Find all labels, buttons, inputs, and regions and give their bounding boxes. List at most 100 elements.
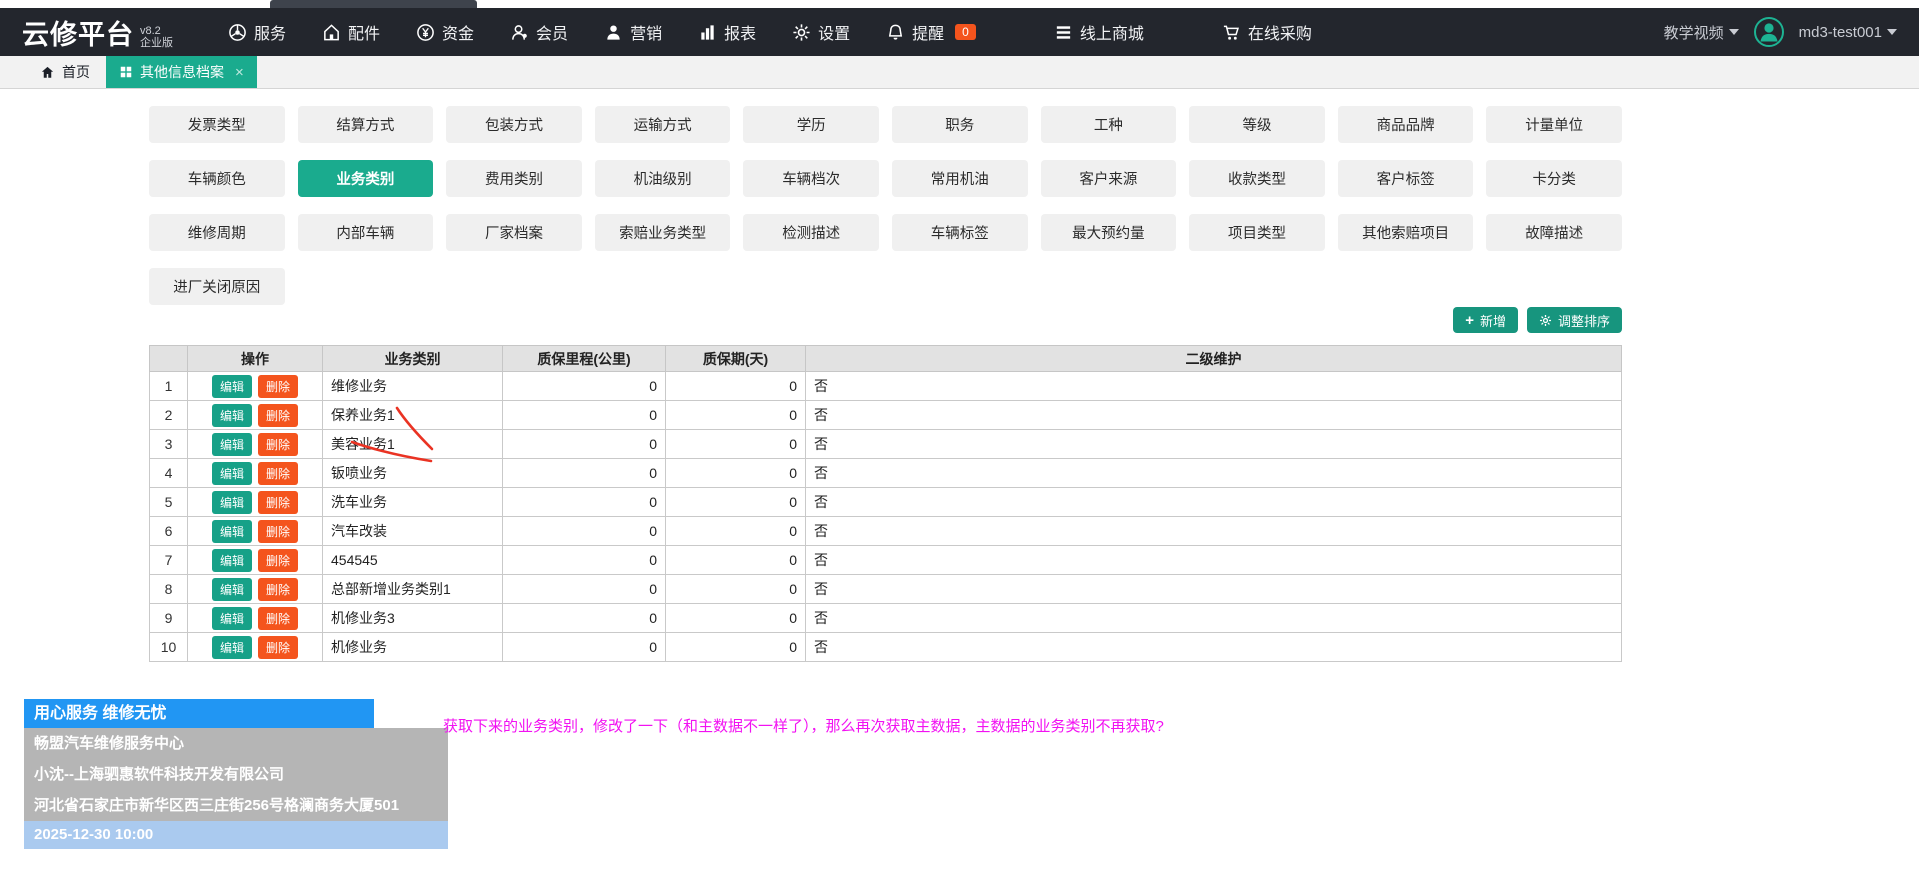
- delete-button[interactable]: 删除: [258, 462, 298, 485]
- delete-button[interactable]: 删除: [258, 404, 298, 427]
- member-icon: [510, 23, 529, 42]
- table-row: 1 编辑删除 维修业务 0 0 否: [150, 372, 1622, 401]
- business-type-cell: 总部新增业务类别1: [323, 575, 503, 604]
- category-transport-method[interactable]: 运输方式: [595, 106, 731, 143]
- close-tab-icon[interactable]: ×: [235, 64, 244, 81]
- add-button[interactable]: + 新增: [1453, 307, 1518, 333]
- category-grid: 发票类型 结算方式 包装方式 运输方式 学历 职务 工种 等级 商品品牌 计量单…: [149, 106, 1622, 305]
- category-card-type[interactable]: 卡分类: [1486, 160, 1622, 197]
- table-toolbar: + 新增 调整排序: [1453, 307, 1622, 333]
- app-title: 云修平台: [22, 13, 134, 52]
- category-internal-vehicle[interactable]: 内部车辆: [298, 214, 434, 251]
- col-business-type: 业务类别: [323, 346, 503, 372]
- business-type-cell: 机修业务: [323, 633, 503, 662]
- edit-button[interactable]: 编辑: [212, 491, 252, 514]
- col-warranty-mileage: 质保里程(公里): [503, 346, 666, 372]
- category-customer-tag[interactable]: 客户标签: [1338, 160, 1474, 197]
- category-other-claim-items[interactable]: 其他索赔项目: [1338, 214, 1474, 251]
- delete-button[interactable]: 删除: [258, 375, 298, 398]
- category-work-type[interactable]: 工种: [1041, 106, 1177, 143]
- menu-item-settings[interactable]: 设置: [792, 20, 850, 44]
- category-vehicle-tag[interactable]: 车辆标签: [892, 214, 1028, 251]
- delete-button[interactable]: 删除: [258, 549, 298, 572]
- main-menu: 服务 配件 资金 会员 营销 报表 设置 提醒 0: [228, 20, 1312, 44]
- category-vehicle-class[interactable]: 车辆档次: [743, 160, 879, 197]
- table-row: 8 编辑删除 总部新增业务类别1 0 0 否: [150, 575, 1622, 604]
- delete-button[interactable]: 删除: [258, 636, 298, 659]
- category-education[interactable]: 学历: [743, 106, 879, 143]
- category-expense-type[interactable]: 费用类别: [446, 160, 582, 197]
- col-actions: 操作: [188, 346, 323, 372]
- category-settlement-method[interactable]: 结算方式: [298, 106, 434, 143]
- business-type-cell: 维修业务: [323, 372, 503, 401]
- app-logo: 云修平台 v8.2 企业版: [22, 13, 173, 52]
- edit-button[interactable]: 编辑: [212, 520, 252, 543]
- delete-button[interactable]: 删除: [258, 578, 298, 601]
- adjust-sort-button[interactable]: 调整排序: [1527, 307, 1622, 333]
- plus-icon: +: [1465, 313, 1474, 328]
- table-row: 5 编辑删除 洗车业务 0 0 否: [150, 488, 1622, 517]
- business-type-cell: 洗车业务: [323, 488, 503, 517]
- menu-item-reminder[interactable]: 提醒 0: [886, 20, 976, 44]
- avatar[interactable]: [1753, 16, 1785, 48]
- delete-button[interactable]: 删除: [258, 491, 298, 514]
- menu-item-parts[interactable]: 配件: [322, 20, 380, 44]
- category-inspection-desc[interactable]: 检测描述: [743, 214, 879, 251]
- edit-button[interactable]: 编辑: [212, 636, 252, 659]
- edit-button[interactable]: 编辑: [212, 607, 252, 630]
- table-row: 10 编辑删除 机修业务 0 0 否: [150, 633, 1622, 662]
- user-dropdown[interactable]: md3-test001: [1799, 24, 1897, 41]
- video-dropdown[interactable]: 教学视频: [1664, 22, 1739, 43]
- category-packaging-method[interactable]: 包装方式: [446, 106, 582, 143]
- category-measure-unit[interactable]: 计量单位: [1486, 106, 1622, 143]
- category-customer-source[interactable]: 客户来源: [1041, 160, 1177, 197]
- category-manufacturer-file[interactable]: 厂家档案: [446, 214, 582, 251]
- delete-button[interactable]: 删除: [258, 433, 298, 456]
- delete-button[interactable]: 删除: [258, 607, 298, 630]
- menu-item-purchase[interactable]: 在线采购: [1222, 20, 1312, 44]
- menu-item-funds[interactable]: 资金: [416, 20, 474, 44]
- category-entry-close-reason[interactable]: 进厂关闭原因: [149, 268, 285, 305]
- app-version: v8.2 企业版: [140, 25, 173, 52]
- category-position[interactable]: 职务: [892, 106, 1028, 143]
- category-vehicle-color[interactable]: 车辆颜色: [149, 160, 285, 197]
- category-invoice-type[interactable]: 发票类型: [149, 106, 285, 143]
- category-common-oil[interactable]: 常用机油: [892, 160, 1028, 197]
- edit-button[interactable]: 编辑: [212, 549, 252, 572]
- edit-button[interactable]: 编辑: [212, 404, 252, 427]
- category-fault-description[interactable]: 故障描述: [1486, 214, 1622, 251]
- menu-item-service[interactable]: 服务: [228, 20, 286, 44]
- category-payment-type[interactable]: 收款类型: [1189, 160, 1325, 197]
- edit-button[interactable]: 编辑: [212, 375, 252, 398]
- home-icon: [40, 65, 55, 80]
- category-oil-grade[interactable]: 机油级别: [595, 160, 731, 197]
- edit-button[interactable]: 编辑: [212, 578, 252, 601]
- category-claim-business-type[interactable]: 索赔业务类型: [595, 214, 731, 251]
- reminder-badge[interactable]: 0: [955, 24, 976, 40]
- category-business-type[interactable]: 业务类别: [298, 160, 434, 197]
- popup-shop-name: 畅盟汽车维修服务中心: [24, 728, 448, 759]
- business-type-cell: 美容业务1: [323, 430, 503, 459]
- menu-item-member[interactable]: 会员: [510, 20, 568, 44]
- edit-button[interactable]: 编辑: [212, 462, 252, 485]
- tab-other-info-archive[interactable]: 其他信息档案 ×: [106, 56, 257, 88]
- business-type-cell: 保养业务1: [323, 401, 503, 430]
- category-project-type[interactable]: 项目类型: [1189, 214, 1325, 251]
- reminder-bell-icon: [886, 23, 905, 42]
- category-grade[interactable]: 等级: [1189, 106, 1325, 143]
- funds-icon: [416, 23, 435, 42]
- category-max-appointment[interactable]: 最大预约量: [1041, 214, 1177, 251]
- business-type-cell: 汽车改装: [323, 517, 503, 546]
- chevron-down-icon: [1887, 29, 1897, 35]
- menu-item-marketing[interactable]: 营销: [604, 20, 662, 44]
- table-row: 2 编辑删除 保养业务1 0 0 否: [150, 401, 1622, 430]
- popup-title: 用心服务 维修无忧: [24, 699, 374, 728]
- menu-item-mall[interactable]: 线上商城: [1054, 20, 1144, 44]
- mall-icon: [1054, 23, 1073, 42]
- tab-home[interactable]: 首页: [24, 56, 106, 88]
- category-product-brand[interactable]: 商品品牌: [1338, 106, 1474, 143]
- delete-button[interactable]: 删除: [258, 520, 298, 543]
- category-maintenance-cycle[interactable]: 维修周期: [149, 214, 285, 251]
- edit-button[interactable]: 编辑: [212, 433, 252, 456]
- menu-item-report[interactable]: 报表: [698, 20, 756, 44]
